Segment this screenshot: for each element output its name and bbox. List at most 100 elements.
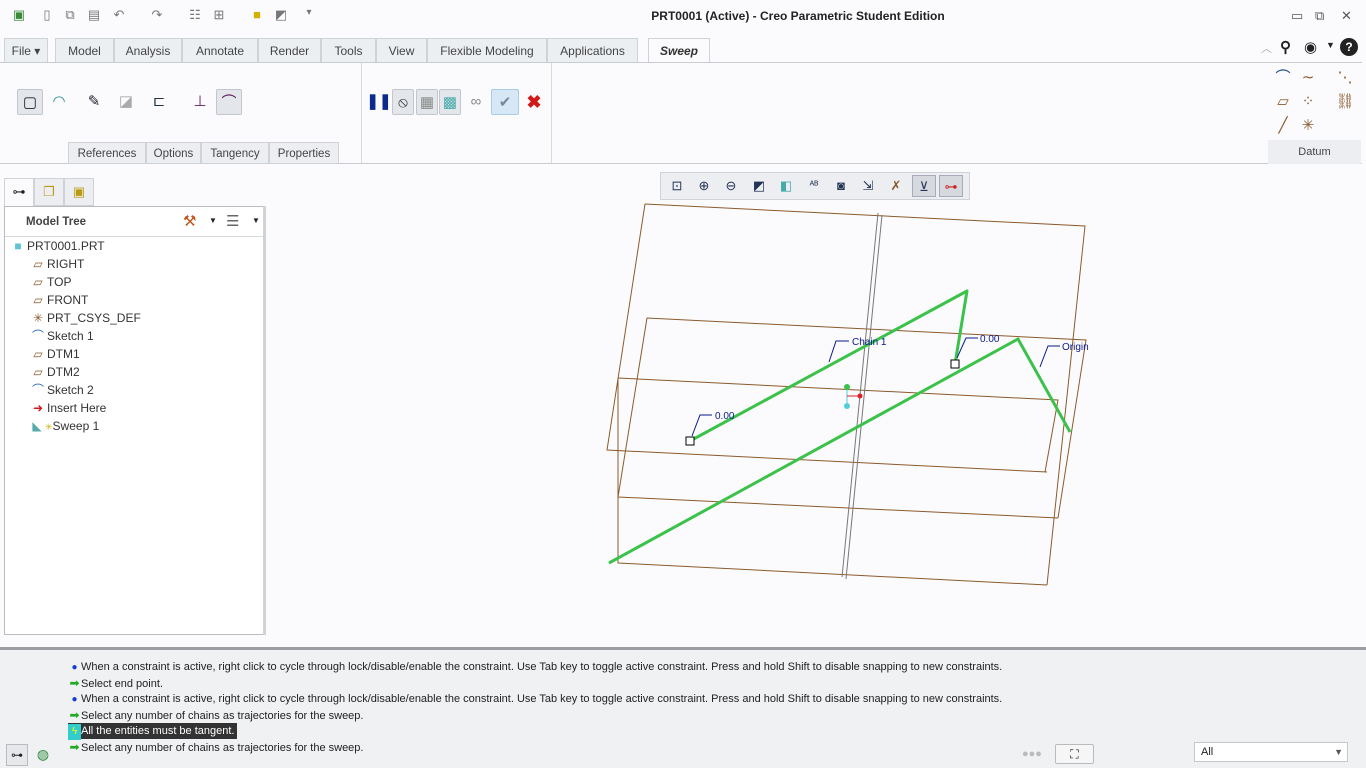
trajectory-chain [608, 289, 1072, 565]
ok-button[interactable]: ✔ [491, 89, 519, 115]
zoom-in-icon[interactable]: ⊕ [692, 175, 716, 197]
subtab-tangency[interactable]: Tangency [201, 142, 269, 164]
datum-plane-front [617, 377, 1059, 586]
datum-plane-icon: ▱ [33, 365, 43, 379]
tree-item-label: DTM2 [47, 365, 80, 379]
thicken-icon[interactable]: ⊏ [146, 89, 172, 115]
tab-file[interactable]: File ▾ [4, 38, 48, 62]
tab-sweep[interactable]: Sweep [648, 38, 710, 63]
coordinate-system-icon[interactable]: ✳ [1295, 113, 1321, 139]
tree-item-sweep-1[interactable]: ◣ ✳Sweep 1 [29, 417, 99, 435]
relation-link-icon[interactable]: ⛓ [1332, 89, 1358, 115]
sketch-icon: ⌒ [31, 383, 44, 397]
pause-icon[interactable]: ❚❚ [366, 89, 392, 115]
variable-section-icon[interactable]: ⌒ [216, 89, 242, 115]
spin-center-icon[interactable]: ⊶ [939, 175, 963, 197]
axis-icon[interactable]: ╱ [1270, 113, 1296, 139]
find-button[interactable]: ⛶ [1055, 744, 1094, 764]
tab-view[interactable]: View [376, 38, 427, 62]
sketch-tool-icon[interactable]: ⌒ [1270, 65, 1296, 91]
saved-orientations-icon[interactable]: ᴬᴮ [802, 175, 826, 197]
dropdown-icon[interactable]: ▼ [209, 216, 217, 225]
toggle-navigator-icon[interactable]: ⊶ [6, 744, 28, 766]
solid-icon[interactable]: ▢ [17, 89, 43, 115]
zoom-out-icon[interactable]: ⊖ [719, 175, 743, 197]
tree-item-right[interactable]: ▱ RIGHT [29, 255, 84, 273]
datum-plane-icon: ▱ [33, 275, 43, 289]
subtab-properties[interactable]: Properties [269, 142, 339, 164]
tab-annotate[interactable]: Annotate [182, 38, 258, 62]
tab-render[interactable]: Render [258, 38, 321, 62]
help-icon[interactable]: ? [1340, 38, 1358, 56]
info-dot-icon: ● [71, 694, 78, 705]
tree-settings-icon[interactable]: ⚒ [183, 212, 196, 230]
preview-geometry-icon[interactable]: ▦ [416, 89, 438, 115]
datum-group-label[interactable]: Datum [1268, 140, 1361, 164]
close-button[interactable]: ✕ [1341, 8, 1352, 24]
tree-item-label: Sketch 2 [47, 383, 94, 397]
tab-flexible-modeling[interactable]: Flexible Modeling [427, 38, 547, 62]
dropdown-icon[interactable]: ▼ [1326, 40, 1335, 50]
minimize-button[interactable]: ▭ [1291, 8, 1303, 24]
sketch-section-icon[interactable]: ✎ [81, 89, 107, 115]
remove-material-icon[interactable]: ◪ [113, 89, 139, 115]
binoculars-icon: ⛶ [1070, 747, 1079, 761]
subtab-options[interactable]: Options [146, 142, 201, 164]
tab-model[interactable]: Model [55, 38, 114, 62]
tree-item-label: Sweep 1 [52, 419, 100, 433]
point-icon[interactable]: ⁘ [1295, 89, 1321, 115]
glasses-preview-icon[interactable]: ∞ [463, 89, 489, 115]
origin-label[interactable]: Origin [1062, 342, 1089, 353]
show-list-icon[interactable]: ☰ [226, 212, 239, 230]
graphics-area[interactable]: 0.00 Chain 1 0.00 Origin [270, 200, 1366, 645]
tab-analysis[interactable]: Analysis [114, 38, 182, 62]
minimize-ribbon-icon[interactable]: ︿ [1261, 40, 1272, 56]
tree-item-label: FRONT [47, 293, 89, 307]
perspective-view-icon[interactable]: ⇲ [856, 175, 880, 197]
dimension-label[interactable]: 0.00 [715, 411, 735, 422]
dimension-label[interactable]: 0.00 [980, 334, 1000, 345]
curve-icon[interactable]: ∼ [1295, 65, 1321, 91]
tree-item-part[interactable]: ■ PRT0001.PRT [9, 237, 104, 255]
analysis-feature-icon[interactable]: ⋱ [1332, 65, 1358, 91]
verify-icon[interactable]: ▩ [439, 89, 461, 115]
tree-item-insert-here[interactable]: ➜ Insert Here [29, 399, 106, 417]
message-line: ➡Select end point. [68, 675, 162, 691]
window-title: PRT0001 (Active) - Creo Parametric Stude… [651, 9, 945, 23]
dropdown-icon[interactable]: ▼ [252, 216, 260, 225]
browser-icon[interactable]: ◍ [32, 744, 54, 766]
favorites-icon[interactable]: ▣ [64, 178, 94, 206]
annotation-display-icon[interactable]: ⊻ [912, 175, 936, 197]
restore-button[interactable]: ⧉ [1315, 8, 1324, 24]
tab-applications[interactable]: Applications [547, 38, 638, 62]
prompt-arrow-icon: ➡ [69, 740, 80, 754]
prompt-arrow-icon: ➡ [69, 676, 80, 690]
tree-item-sketch-2[interactable]: ⌒ Sketch 2 [29, 381, 94, 399]
folder-browser-icon[interactable]: ❐ [34, 178, 64, 206]
display-style-icon[interactable]: ◧ [774, 175, 798, 197]
tree-item-front[interactable]: ▱ FRONT [29, 291, 88, 309]
tree-item-csys[interactable]: ✳ PRT_CSYS_DEF [29, 309, 141, 327]
tree-splitter[interactable] [263, 206, 266, 635]
plane-icon[interactable]: ▱ [1270, 89, 1296, 115]
learning-connector-icon[interactable]: ◉ [1304, 38, 1317, 56]
part-icon: ■ [14, 239, 22, 253]
repaint-icon[interactable]: ◩ [747, 175, 771, 197]
constant-section-icon[interactable]: ⊥ [187, 89, 213, 115]
selection-filter-dropdown[interactable]: All ▼ [1194, 742, 1348, 762]
subtab-references[interactable]: References [68, 142, 146, 164]
tree-item-dtm1[interactable]: ▱ DTM1 [29, 345, 79, 363]
tree-item-dtm2[interactable]: ▱ DTM2 [29, 363, 80, 381]
search-icon[interactable]: ⚲ [1280, 38, 1291, 56]
tab-tools[interactable]: Tools [321, 38, 376, 62]
view-manager-icon[interactable]: ◙ [829, 175, 853, 197]
model-tree-icon[interactable]: ⊶ [4, 178, 34, 206]
tree-item-top[interactable]: ▱ TOP [29, 273, 71, 291]
refit-icon[interactable]: ⊡ [665, 175, 689, 197]
cancel-button[interactable]: ✖ [521, 89, 547, 115]
no-preview-icon[interactable]: ⦸ [392, 89, 414, 115]
tree-item-sketch-1[interactable]: ⌒ Sketch 1 [29, 327, 94, 345]
surface-icon[interactable]: ◠ [46, 89, 72, 115]
chain-label[interactable]: Chain 1 [852, 337, 887, 348]
datum-display-icon[interactable]: ✗ [884, 175, 908, 197]
